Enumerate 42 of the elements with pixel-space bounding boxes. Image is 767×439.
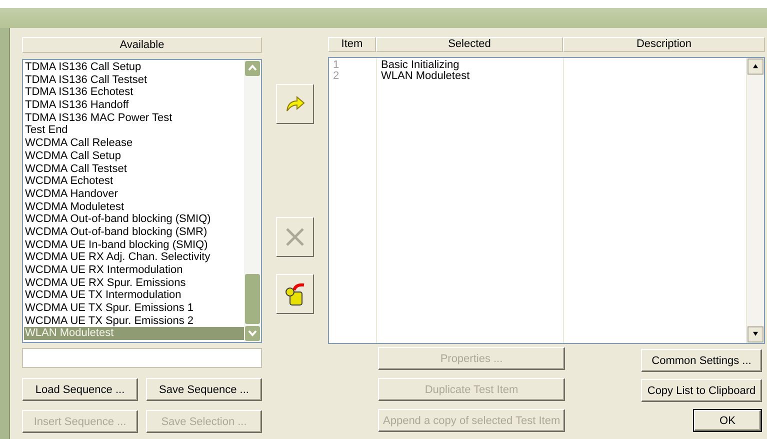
- close-icon: [285, 227, 305, 247]
- list-item[interactable]: WCDMA UE TX Intermodulation: [24, 289, 244, 302]
- add-button[interactable]: [276, 84, 314, 124]
- action-button[interactable]: Copy List to Clipboard: [641, 379, 762, 402]
- list-item[interactable]: WCDMA Echotest: [24, 175, 244, 188]
- column-header[interactable]: Item: [328, 37, 376, 52]
- list-item[interactable]: WCDMA UE RX Adj. Chan. Selectivity: [24, 251, 244, 264]
- list-item[interactable]: WCDMA UE TX Spur. Emissions 2: [24, 314, 244, 328]
- oil-can-icon: [284, 282, 306, 306]
- scrollbar[interactable]: [747, 58, 764, 343]
- list-item[interactable]: TDMA IS136 Call Testset: [24, 74, 244, 86]
- list-item[interactable]: WCDMA Call Release: [24, 137, 244, 150]
- list-item[interactable]: WCDMA Handover: [24, 188, 244, 201]
- list-item[interactable]: TDMA IS136 Call Setup: [24, 61, 244, 74]
- oil-can-button[interactable]: [276, 274, 314, 314]
- input-field[interactable]: [22, 348, 262, 368]
- list-item[interactable]: WCDMA UE RX Spur. Emissions: [24, 276, 244, 290]
- column-header[interactable]: Description: [563, 37, 765, 52]
- table-cell-text: WLAN Moduletest: [380, 71, 471, 82]
- table-cell-text: Basic Initializing: [380, 60, 460, 71]
- column-header: Available: [22, 37, 262, 53]
- list-item[interactable]: WCDMA UE TX Spur. Emissions 1: [24, 302, 244, 315]
- sequence-button[interactable]: Load Sequence ...: [22, 378, 138, 401]
- table-cell-text: 2: [332, 71, 340, 82]
- list-item[interactable]: TDMA IS136 MAC Power Test: [24, 112, 244, 124]
- sequence-button[interactable]: Save Sequence ...: [146, 378, 262, 401]
- scrollbar[interactable]: [244, 60, 261, 342]
- list-item[interactable]: TDMA IS136 Echotest: [24, 86, 244, 100]
- list-item[interactable]: WCDMA Call Setup: [24, 150, 244, 162]
- list-item[interactable]: WCDMA Moduletest: [24, 200, 244, 214]
- list-item[interactable]: WCDMA UE RX Intermodulation: [24, 264, 244, 277]
- list-item[interactable]: WCDMA UE In-band blocking (SMIQ): [24, 238, 244, 252]
- curved-arrow-icon: [285, 96, 305, 112]
- column-header[interactable]: Selected: [376, 37, 563, 52]
- list-item[interactable]: WCDMA Call Testset: [24, 162, 244, 176]
- table-cell-text: 1: [332, 60, 340, 71]
- list-item[interactable]: Test End: [24, 124, 244, 138]
- ok-button[interactable]: OK: [693, 409, 762, 432]
- list-item[interactable]: TDMA IS136 Handoff: [24, 99, 244, 112]
- list-item[interactable]: WCDMA Out-of-band blocking (SMIQ): [24, 213, 244, 226]
- list-item[interactable]: WCDMA Out-of-band blocking (SMR): [24, 226, 244, 239]
- action-button[interactable]: Common Settings ...: [641, 349, 762, 372]
